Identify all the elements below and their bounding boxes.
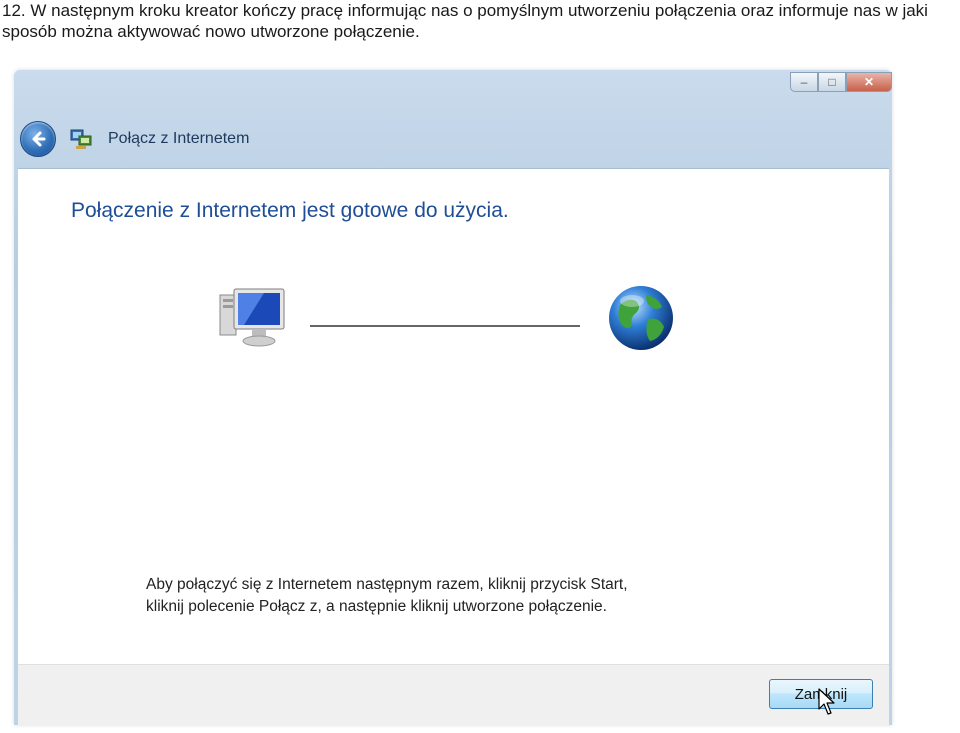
document-caption: 12. W następnym kroku kreator kończy pra… <box>2 1 928 41</box>
instructions-text: Aby połączyć się z Internetem następnym … <box>146 574 706 618</box>
globe-icon <box>609 286 673 350</box>
instructions-line-1: Aby połączyć się z Internetem następnym … <box>146 576 628 593</box>
maximize-button[interactable]: □ <box>818 72 846 92</box>
instructions-line-2: kliknij polecenie Połącz z, a następnie … <box>146 598 607 615</box>
wizard-footer: Zamknij <box>18 664 889 726</box>
network-wizard-icon <box>70 129 92 149</box>
close-window-button[interactable]: ✕ <box>846 72 892 92</box>
wizard-title: Połącz z Internetem <box>108 130 250 147</box>
page-heading: Połączenie z Internetem jest gotowe do u… <box>71 199 509 222</box>
back-button[interactable] <box>20 121 56 157</box>
minimize-button[interactable]: – <box>790 72 818 92</box>
connection-line <box>310 325 580 327</box>
wizard-content: Połączenie z Internetem jest gotowe do u… <box>18 168 889 664</box>
connection-diagram <box>218 277 678 357</box>
arrow-left-icon <box>32 131 46 147</box>
computer-icon <box>219 288 285 347</box>
connect-wizard-window: – □ ✕ Połącz z Internetem Połączenie z I… <box>14 70 892 726</box>
window-controls: – □ ✕ <box>790 72 892 92</box>
mouse-cursor-icon <box>818 688 835 715</box>
wizard-nav-bar: Połącz z Internetem <box>14 114 892 164</box>
